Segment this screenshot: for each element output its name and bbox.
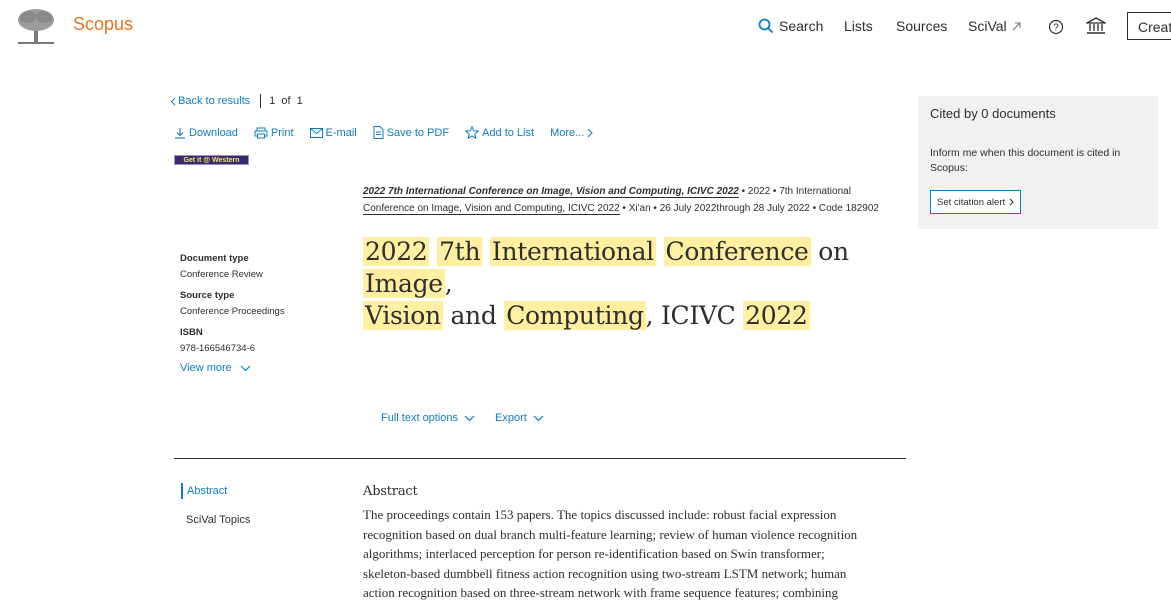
title-word: 2022 [363,237,430,266]
title-word: , [444,269,453,298]
inform-text: Inform me when this document is cited in… [930,147,1121,174]
print-icon [254,127,268,139]
full-text-options-dropdown[interactable]: Full text options [381,412,475,424]
nav-search-label: Search [779,18,824,34]
result-pager: 1 of 1 [269,95,303,107]
title-word: Image [363,269,445,298]
title-word: International [489,237,656,266]
view-more-button[interactable]: View more [180,362,251,374]
source-dates: 26 July 2022through 28 July 2022 [659,203,810,214]
back-to-results-label: Back to results [178,95,251,107]
title-word: , ICIVC [645,301,736,330]
email-button[interactable]: E-mail [309,126,357,139]
save-to-pdf-label: Save to PDF [386,126,450,139]
side-nav-abstract[interactable]: Abstract [181,483,227,499]
nav-sources[interactable]: Sources [896,18,947,34]
create-account-button[interactable]: Creat [1127,12,1171,40]
title-word: on [818,237,849,266]
nav-scival-label: SciVal [968,18,1007,34]
source-conf-b: Conference on Image, Vision and Computin… [363,203,620,215]
more-label: More... [550,126,585,139]
elsevier-tree-logo[interactable] [14,8,58,46]
source-location: Xi'an [628,203,651,214]
title-word: 7th [437,237,483,266]
abstract-line: algorithms; interlaced perception for pe… [363,546,825,561]
document-type-label: Document type [180,253,249,264]
abstract-line: skeleton-based dumbbell fitness action r… [363,565,847,581]
document-title: 2022 7th International Conference on Ima… [363,236,908,332]
chevron-right-icon [1009,198,1014,206]
back-to-results-link[interactable]: Back to results [170,95,250,107]
add-to-list-label: Add to List [482,126,535,139]
isbn-label: ISBN [180,327,203,338]
document-type-value: Conference Review [180,269,263,280]
external-link-icon [1012,22,1021,31]
full-text-options-label: Full text options [381,412,459,424]
svg-text:?: ? [1053,23,1059,34]
source-conf-a: 7th International [779,186,851,197]
print-label: Print [270,126,294,139]
chevron-down-icon [240,365,251,372]
nav-lists[interactable]: Lists [844,18,873,34]
title-word: Conference [663,237,811,266]
abstract-line: The proceedings contain 153 papers. The … [363,507,837,522]
title-word: and [450,301,497,330]
email-icon [309,127,323,138]
back-row: Back to results 1 of 1 [170,94,303,108]
more-button[interactable]: More... [550,126,594,139]
source-line: 2022 7th International Conference on Ima… [363,186,879,215]
star-icon [465,126,480,139]
set-citation-alert-label: Set citation alert [937,196,1006,208]
title-word: 2022 [743,301,810,330]
print-button[interactable]: Print [254,126,294,139]
abstract-body: The proceedings contain 153 papers. The … [363,505,898,603]
document-toolbar: Download Print E-mail Save to PDF Add to… [174,126,594,139]
source-year: 2022 [747,186,771,197]
section-divider [174,458,906,459]
email-label: E-mail [325,126,357,139]
nav-scival[interactable]: SciVal [968,18,1021,34]
source-type-label: Source type [180,290,235,301]
title-word: Computing [504,301,646,330]
cited-by-panel: Cited by 0 documents Inform me when this… [918,96,1158,229]
chevron-down-icon [464,415,475,422]
add-to-list-button[interactable]: Add to List [465,126,534,139]
source-code: Code 182902 [818,203,879,214]
view-more-label: View more [180,362,232,374]
institution-icon[interactable] [1086,17,1106,35]
help-icon[interactable]: ? [1048,19,1064,35]
download-button[interactable]: Download [174,126,238,139]
set-citation-alert-button[interactable]: Set citation alert [930,190,1022,214]
chevron-down-icon [533,415,544,422]
abstract-heading: Abstract [363,484,418,499]
abstract-line: action recognition based on three-stream… [363,585,839,600]
isbn-value: 978-166546734-6 [180,343,256,354]
scopus-logo[interactable]: Scopus [73,14,133,35]
cited-by-title: Cited by 0 documents [930,106,1056,121]
save-to-pdf-button[interactable]: Save to PDF [373,126,449,139]
title-word: Vision [363,301,443,330]
abstract-line: recognition based on dual branch multi-f… [363,526,858,542]
divider [260,94,262,108]
search-icon [758,18,774,34]
source-type-value: Conference Proceedings [180,306,285,317]
download-icon [174,127,186,139]
document-metadata: Document type Conference Review Source t… [180,246,285,357]
export-label: Export [495,412,527,424]
side-nav-scival-topics[interactable]: SciVal Topics [186,514,250,526]
nav-search[interactable]: Search [758,18,823,34]
get-it-at-western-button[interactable]: Get it @ Western [174,155,249,165]
pdf-icon [373,126,384,139]
chevron-left-icon [170,97,176,106]
download-label: Download [189,126,238,139]
source-title-link[interactable]: 2022 7th International Conference on Ima… [363,186,739,198]
chevron-right-icon [587,128,594,138]
export-dropdown[interactable]: Export [495,412,544,424]
